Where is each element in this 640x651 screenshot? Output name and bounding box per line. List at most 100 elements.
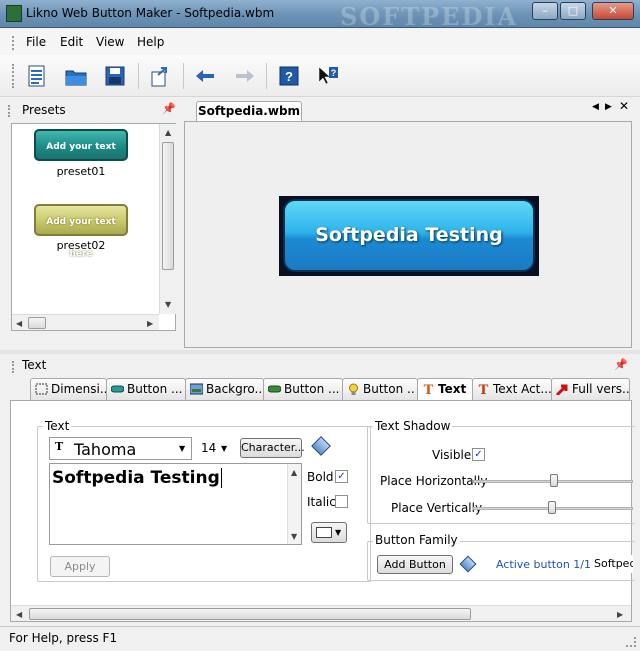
tab-button-shape[interactable]: Button ... xyxy=(106,378,186,400)
properties-horizontal-scrollbar[interactable]: ◀ ▶ xyxy=(11,605,631,621)
tab-label: Backgro... xyxy=(206,382,264,396)
menu-help[interactable]: Help xyxy=(137,35,164,49)
background-icon xyxy=(190,383,203,395)
toolbar-grip xyxy=(12,64,16,88)
watermark: SOFTPEDIA xyxy=(340,2,519,31)
lightbulb-icon xyxy=(349,383,358,395)
scroll-thumb[interactable] xyxy=(162,142,174,270)
scroll-up-icon[interactable]: ▲ xyxy=(165,128,171,137)
presets-title: Presets xyxy=(22,103,66,117)
button-text-value: Softpedia Testing xyxy=(52,468,222,488)
scroll-thumb[interactable] xyxy=(29,608,471,620)
tab-label: Button .. xyxy=(363,382,415,396)
font-type-icon: T xyxy=(55,440,64,453)
font-size-value: 14 xyxy=(201,441,217,455)
italic-label: Italic xyxy=(307,495,336,509)
tab-scroll-right-icon[interactable]: ▶ xyxy=(605,102,612,112)
scroll-left-icon[interactable]: ◀ xyxy=(16,319,22,328)
new-document-icon[interactable] xyxy=(25,64,49,88)
visible-label: Visible xyxy=(432,448,472,462)
tab-document[interactable]: Softpedia.wbm xyxy=(196,101,302,122)
tab-button-effects[interactable]: Button .. xyxy=(342,378,418,400)
menu-bar: File Edit View Help xyxy=(0,29,640,55)
preset-thumbnail-1[interactable]: Add your text here xyxy=(34,129,128,184)
tab-label: Text Act... xyxy=(493,382,552,396)
tab-full-version[interactable]: Full vers... xyxy=(551,378,630,400)
character-button[interactable]: Character... xyxy=(240,438,305,458)
svg-text:T: T xyxy=(424,383,434,395)
bold-checkbox[interactable]: ✓ xyxy=(335,470,348,483)
vertical-slider-thumb[interactable] xyxy=(548,501,556,514)
tab-text-actions[interactable]: T Text Act... xyxy=(472,378,552,400)
scroll-right-icon[interactable]: ▶ xyxy=(617,610,623,619)
undo-icon[interactable] xyxy=(193,64,217,88)
font-select[interactable]: T Tahoma ▼ xyxy=(49,437,192,460)
preset-label-2[interactable]: preset02 xyxy=(21,239,141,252)
scroll-thumb[interactable] xyxy=(28,317,46,329)
font-name: Tahoma xyxy=(74,440,137,459)
scroll-down-icon[interactable]: ▼ xyxy=(165,300,171,309)
text-shadow-label: Text Shadow xyxy=(373,419,453,433)
button-preview[interactable]: Softpedia Testing xyxy=(283,199,535,272)
color-swatch xyxy=(316,527,332,538)
pin-icon[interactable]: 📌 xyxy=(614,358,628,371)
property-tabs: Dimensi... Button ... Backgro... Button … xyxy=(10,378,632,401)
tab-scroll-left-icon[interactable]: ◀ xyxy=(592,102,599,112)
preset-thumbnail-2[interactable]: Add your text here xyxy=(34,204,128,259)
menu-edit[interactable]: Edit xyxy=(60,35,83,49)
place-horizontally-label: Place Horizontally xyxy=(380,474,488,488)
bold-label: Bold xyxy=(307,470,334,484)
chevron-down-icon: ▼ xyxy=(221,444,228,453)
scroll-left-icon[interactable]: ◀ xyxy=(16,610,22,619)
toolbar-separator xyxy=(266,63,267,89)
button-text-input[interactable]: Softpedia Testing ▲ ▼ xyxy=(49,463,302,545)
active-button-select[interactable]: Softped xyxy=(591,555,633,573)
status-bar: For Help, press F1 xyxy=(0,626,640,651)
toolbar-separator xyxy=(138,63,139,89)
arrow-icon xyxy=(556,384,568,395)
menu-grip xyxy=(12,36,16,50)
tab-label: Full vers... xyxy=(572,382,630,396)
svg-text:?: ? xyxy=(331,68,337,78)
minimize-button[interactable]: – xyxy=(532,2,558,20)
open-folder-icon[interactable] xyxy=(64,64,88,88)
panel-grip xyxy=(8,105,11,117)
save-icon[interactable] xyxy=(103,64,127,88)
scroll-up-icon[interactable]: ▲ xyxy=(291,468,297,477)
window-title: Likno Web Button Maker - Softpedia.wbm xyxy=(26,6,275,20)
menu-view[interactable]: View xyxy=(96,35,124,49)
status-text: For Help, press F1 xyxy=(9,631,118,645)
presets-vertical-scrollbar[interactable]: ▲ ▼ xyxy=(159,124,176,314)
export-icon[interactable] xyxy=(149,64,173,88)
title-bar: Likno Web Button Maker - Softpedia.wbm S… xyxy=(0,0,640,31)
tab-text[interactable]: T Text xyxy=(417,378,473,401)
text-input-scrollbar[interactable]: ▲ ▼ xyxy=(287,464,301,544)
font-size-select[interactable]: 14 ▼ xyxy=(199,440,235,458)
tab-background[interactable]: Backgro... xyxy=(185,378,264,400)
preset-label-1[interactable]: preset01 xyxy=(21,165,141,178)
text-color-picker[interactable]: ▼ xyxy=(311,522,347,543)
close-document-icon[interactable]: ✕ xyxy=(619,99,629,113)
close-button[interactable]: ✕ xyxy=(592,2,634,20)
scroll-down-icon[interactable]: ▼ xyxy=(291,532,297,541)
splitter[interactable] xyxy=(0,350,640,354)
resize-grip[interactable] xyxy=(626,637,636,647)
scroll-right-icon[interactable]: ▶ xyxy=(147,319,153,328)
apply-button[interactable]: Apply xyxy=(50,556,110,577)
menu-file[interactable]: File xyxy=(26,35,46,49)
redo-icon[interactable] xyxy=(233,64,257,88)
tab-dimensions[interactable]: Dimensi... xyxy=(30,378,107,400)
horizontal-slider-thumb[interactable] xyxy=(550,474,558,487)
button-family-label: Button Family xyxy=(373,533,460,547)
maximize-button[interactable]: □ xyxy=(560,2,586,20)
tab-button-style[interactable]: Button ... xyxy=(263,378,343,400)
add-button-button[interactable]: Add Button xyxy=(377,555,453,574)
presets-horizontal-scrollbar[interactable]: ◀ ▶ xyxy=(12,314,159,330)
context-help-icon[interactable]: ? xyxy=(316,64,340,88)
help-icon[interactable]: ? xyxy=(277,64,301,88)
shadow-visible-checkbox[interactable]: ✓ xyxy=(472,448,485,461)
chevron-down-icon: ▼ xyxy=(179,444,186,453)
pin-icon[interactable]: 📌 xyxy=(162,102,176,115)
italic-checkbox[interactable] xyxy=(335,495,348,508)
panel-grip xyxy=(12,361,15,373)
